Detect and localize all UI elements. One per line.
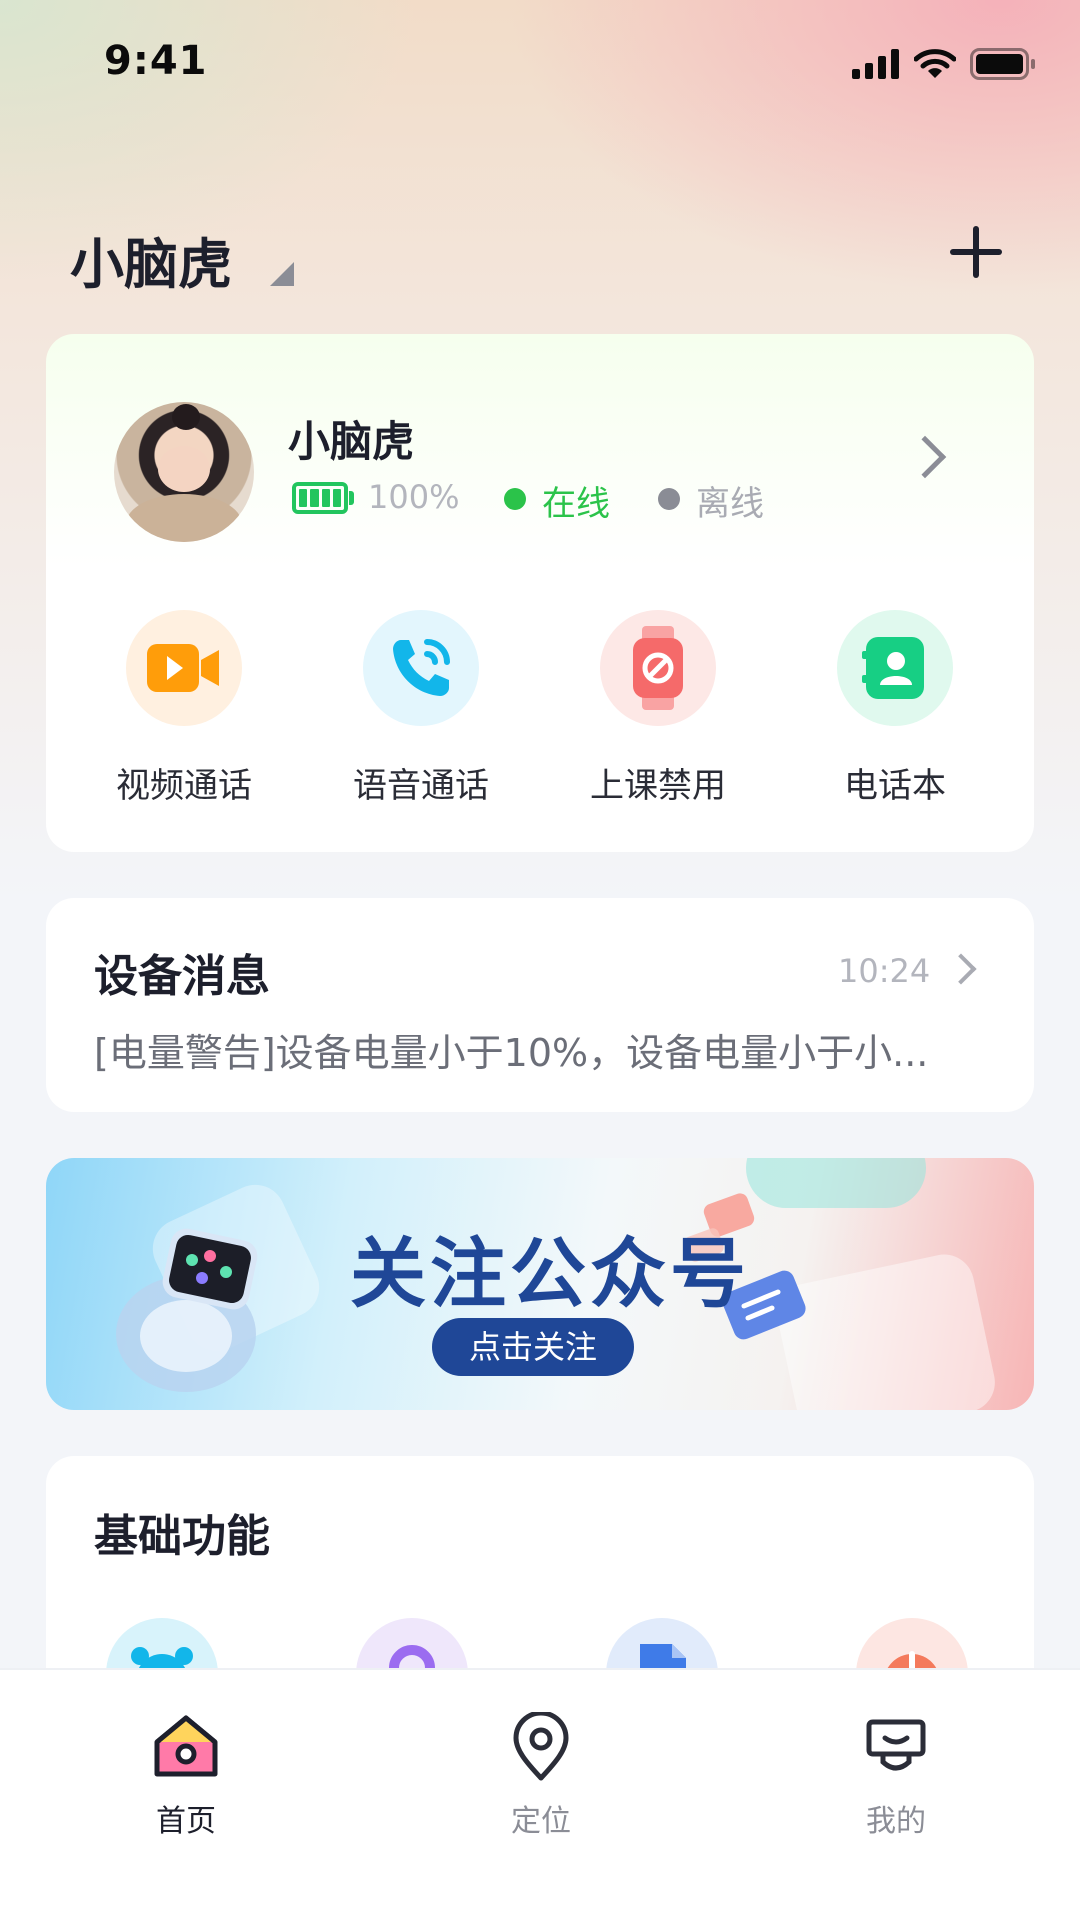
contacts-icon [837, 610, 953, 726]
phone-call-icon [363, 610, 479, 726]
device-message-card[interactable] [46, 898, 1034, 1112]
offline-status-label: 离线 [696, 484, 764, 524]
status-time: 9:41 [104, 38, 208, 84]
device-message-title: 设备消息 [94, 951, 270, 1002]
tab-profile[interactable]: 我的 [796, 1712, 996, 1840]
tab-location[interactable]: 定位 [441, 1710, 641, 1840]
avatar-hair [172, 404, 200, 430]
action-class-mode[interactable]: 上课禁用 [538, 610, 778, 807]
status-icons [852, 48, 1036, 80]
banner-title: 关注公众号 [350, 1229, 750, 1318]
watch-ban-icon [600, 610, 716, 726]
online-status-dot [504, 488, 526, 510]
device-name: 小脑虎 [288, 417, 415, 466]
battery-percentage: 100% [368, 478, 460, 516]
tab-profile-label: 我的 [866, 1804, 926, 1839]
action-contacts[interactable]: 电话本 [775, 610, 1015, 807]
profile-icon [866, 1719, 926, 1771]
avatar-face [158, 446, 210, 492]
avatar-body [126, 494, 242, 542]
location-icon [513, 1710, 569, 1781]
cellular-signal-icon [852, 49, 899, 79]
action-video-call[interactable]: 视频通话 [64, 610, 304, 807]
action-label-video-call: 视频通话 [116, 766, 252, 806]
home-icon [154, 1715, 218, 1777]
dropdown-triangle-icon[interactable] [270, 262, 294, 286]
tab-location-label: 定位 [511, 1804, 571, 1839]
add-device-button[interactable] [946, 222, 1006, 282]
offline-status-dot [658, 488, 680, 510]
tab-home-label: 首页 [156, 1804, 216, 1839]
battery-icon-tip [349, 491, 354, 505]
follow-button[interactable]: 点击关注 [432, 1318, 634, 1376]
action-label-class-mode: 上课禁用 [590, 766, 726, 806]
avatar[interactable] [114, 402, 254, 542]
wifi-icon [914, 49, 956, 78]
smartwatch-illustration [116, 1228, 258, 1392]
device-message-preview: [电量警告]设备电量小于10%，设备电量小于小... [94, 1031, 929, 1075]
action-voice-call[interactable]: 语音通话 [301, 610, 541, 807]
action-label-voice-call: 语音通话 [353, 766, 489, 806]
basic-functions-title: 基础功能 [94, 1511, 270, 1562]
video-icon [126, 610, 242, 726]
action-label-contacts: 电话本 [844, 766, 946, 806]
online-status-label: 在线 [542, 484, 610, 524]
battery-status-icon [970, 48, 1035, 80]
battery-icon [292, 482, 348, 514]
device-selector-title[interactable]: 小脑虎 [70, 220, 232, 299]
tab-home[interactable]: 首页 [86, 1712, 286, 1840]
device-message-time: 10:24 [838, 952, 931, 990]
